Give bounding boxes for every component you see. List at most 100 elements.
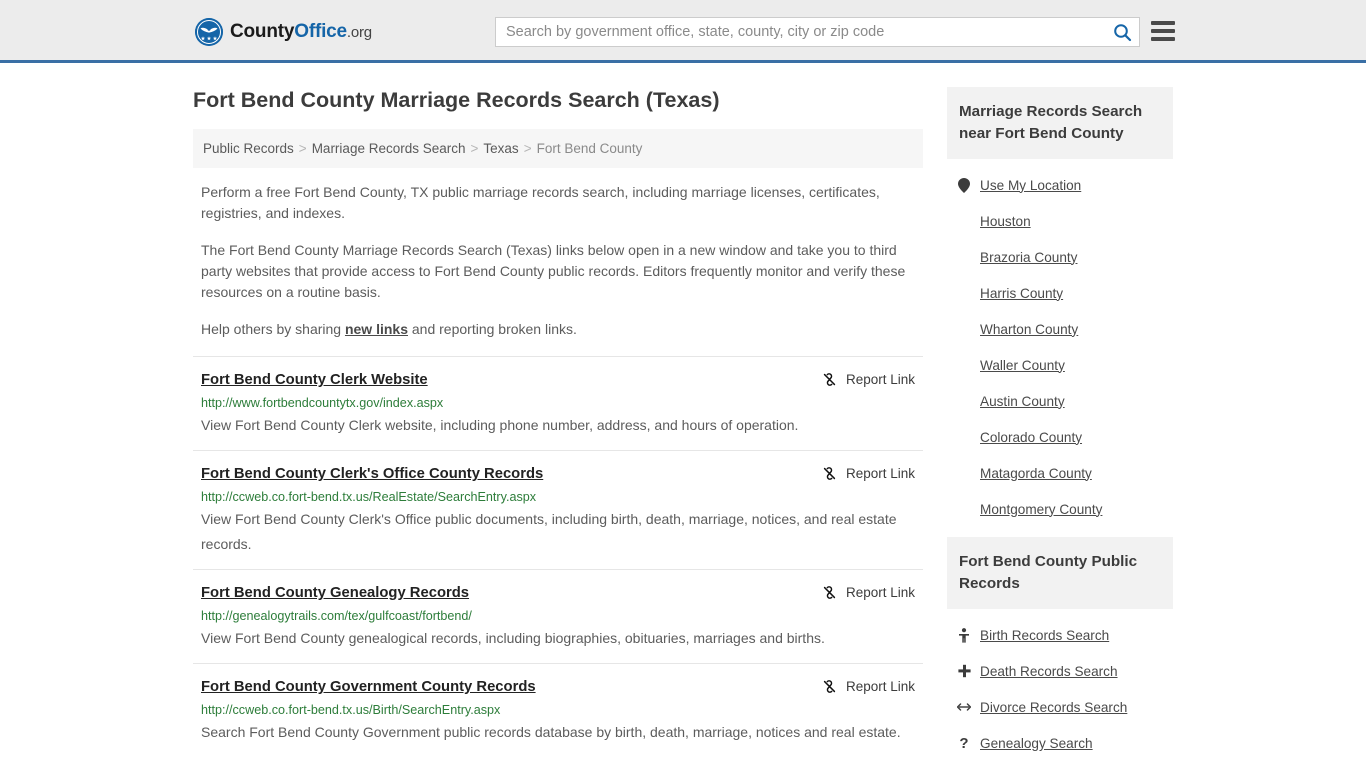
result-header: Fort Bend County Clerk Website Report Lin… (201, 370, 915, 390)
sidebar-item-use-my-location[interactable]: Use My Location (957, 167, 1173, 203)
cross-icon (957, 664, 971, 678)
intro-paragraph-3: Help others by sharing new links and rep… (193, 319, 923, 340)
new-links-link[interactable]: new links (345, 321, 408, 337)
logo-tld: .org (346, 24, 372, 41)
result-row: Fort Bend County Clerk's Office County R… (193, 450, 923, 569)
sidebar-item-label: Use My Location (980, 177, 1082, 193)
breadcrumb-item-marriage-records-search[interactable]: Marriage Records Search (312, 141, 466, 156)
result-title-link[interactable]: Fort Bend County Clerk's Office County R… (201, 464, 543, 484)
result-header: Fort Bend County Government County Recor… (201, 677, 915, 697)
breadcrumb-item-fort-bend-county: Fort Bend County (536, 141, 643, 156)
main-column: Fort Bend County Marriage Records Search… (193, 87, 923, 768)
intro-paragraph-1: Perform a free Fort Bend County, TX publ… (201, 184, 880, 221)
baby-icon (959, 627, 969, 643)
sidebar-item-matagorda-county[interactable]: Matagorda County (957, 455, 1173, 491)
report-link-button[interactable]: Report Link (821, 370, 915, 388)
intro-text: Perform a free Fort Bend County, TX publ… (193, 182, 923, 340)
logo-word-county: County (230, 21, 295, 42)
intro-p3-before: Help others by sharing (201, 321, 345, 337)
sidebar-item-montgomery-county[interactable]: Montgomery County (957, 491, 1173, 527)
broken-link-icon (823, 586, 836, 599)
sidebar-item-wharton-county[interactable]: Wharton County (957, 311, 1173, 347)
sidebar-item-label: Divorce Records Search (980, 699, 1128, 715)
sidebar-item-harris-county[interactable]: Harris County (957, 275, 1173, 311)
result-title-link[interactable]: Fort Bend County Government County Recor… (201, 677, 536, 697)
breadcrumb-separator: > (523, 141, 532, 156)
results-list: Fort Bend County Clerk Website Report Lin… (193, 356, 923, 757)
breadcrumb-separator: > (470, 141, 479, 156)
sidebar-item-label: Waller County (980, 357, 1065, 373)
report-link-label: Report Link (845, 585, 915, 600)
baby-icon (957, 627, 971, 643)
report-link-label: Report Link (845, 679, 915, 694)
question-mark-icon: ? (957, 736, 971, 751)
sidebar-item-label: Death Records Search (980, 663, 1118, 679)
breadcrumb-item-public-records[interactable]: Public Records (203, 141, 294, 156)
sidebar-item-waller-county[interactable]: Waller County (957, 347, 1173, 383)
result-title-link[interactable]: Fort Bend County Genealogy Records (201, 583, 469, 603)
eagle-seal-icon (195, 18, 223, 46)
search-input[interactable] (496, 18, 1105, 46)
intro-paragraph-2: The Fort Bend County Marriage Records Se… (201, 242, 906, 300)
result-url[interactable]: http://ccweb.co.fort-bend.tx.us/Birth/Se… (201, 702, 915, 718)
sidebar-item-label: Houston (980, 213, 1031, 229)
site-logo[interactable]: CountyOffice.org (195, 18, 372, 46)
sidebar-item-divorce-records-search[interactable]: Divorce Records Search (957, 689, 1173, 725)
report-link-button[interactable]: Report Link (821, 464, 915, 482)
result-header: Fort Bend County Clerk's Office County R… (201, 464, 915, 484)
sidebar-item-label: Matagorda County (980, 465, 1092, 481)
sidebar: Marriage Records Search near Fort Bend C… (947, 87, 1173, 768)
result-row: Fort Bend County Genealogy Records Report… (193, 569, 923, 663)
sidebar-item-label: Birth Records Search (980, 627, 1110, 643)
hamburger-bar (1151, 37, 1175, 41)
sidebar-item-brazoria-county[interactable]: Brazoria County (957, 239, 1173, 275)
sidebar-item-label: Austin County (980, 393, 1065, 409)
sidebar-item-label: Genealogy Search (980, 735, 1093, 751)
sidebar-item-austin-county[interactable]: Austin County (957, 383, 1173, 419)
result-row: Fort Bend County Clerk Website Report Lin… (193, 356, 923, 450)
sidebar-item-genealogy-search[interactable]: ? Genealogy Search (957, 725, 1173, 761)
breadcrumb-item-texas[interactable]: Texas (483, 141, 518, 156)
sidebar-item-label: Wharton County (980, 321, 1079, 337)
sidebar-item-birth-records-search[interactable]: Birth Records Search (957, 617, 1173, 653)
search-icon (1113, 23, 1131, 41)
breadcrumb-separator: > (298, 141, 307, 156)
page-body: Fort Bend County Marriage Records Search… (0, 63, 1366, 768)
sidebar-public-records-section: Fort Bend County Public Records Birth Re… (947, 537, 1173, 765)
sidebar-item-death-records-search[interactable]: Death Records Search (957, 653, 1173, 689)
broken-link-icon (823, 373, 836, 386)
sidebar-item-houston[interactable]: Houston (957, 203, 1173, 239)
sidebar-item-label: Montgomery County (980, 501, 1103, 517)
result-title-link[interactable]: Fort Bend County Clerk Website (201, 370, 428, 390)
result-row: Fort Bend County Government County Recor… (193, 663, 923, 757)
result-description: Search Fort Bend County Government publi… (201, 724, 901, 740)
result-description: View Fort Bend County Clerk website, inc… (201, 417, 799, 433)
sidebar-nearby-heading: Marriage Records Search near Fort Bend C… (947, 87, 1173, 159)
search-button[interactable] (1105, 18, 1139, 46)
question-mark-icon: ? (959, 734, 969, 752)
result-url[interactable]: http://genealogytrails.com/tex/gulfcoast… (201, 608, 915, 624)
logo-word-office: Office (294, 21, 347, 42)
search-bar[interactable] (495, 17, 1140, 47)
hamburger-bar (1151, 21, 1175, 25)
report-link-label: Report Link (845, 372, 915, 387)
map-pin-icon (957, 177, 971, 193)
sidebar-nearby-section: Marriage Records Search near Fort Bend C… (947, 87, 1173, 531)
hamburger-bar (1151, 29, 1175, 33)
hamburger-menu-icon[interactable] (1151, 21, 1175, 41)
broken-link-icon (823, 680, 836, 693)
result-url[interactable]: http://ccweb.co.fort-bend.tx.us/RealEsta… (201, 489, 915, 505)
sidebar-nearby-list: Use My Location Houston Brazoria County Har… (947, 159, 1173, 531)
breadcrumb: Public Records > Marriage Records Search > T… (193, 129, 923, 168)
left-right-arrow-icon (957, 701, 971, 713)
result-header: Fort Bend County Genealogy Records Report… (201, 583, 915, 603)
report-link-button[interactable]: Report Link (821, 583, 915, 601)
sidebar-item-colorado-county[interactable]: Colorado County (957, 419, 1173, 455)
map-pin-icon (958, 177, 970, 193)
site-header: CountyOffice.org (0, 0, 1366, 63)
result-description: View Fort Bend County genealogical recor… (201, 630, 825, 646)
page-title: Fort Bend County Marriage Records Search… (193, 88, 720, 112)
report-link-button[interactable]: Report Link (821, 677, 915, 695)
result-url[interactable]: http://www.fortbendcountytx.gov/index.as… (201, 395, 915, 411)
result-description: View Fort Bend County Clerk's Office pub… (201, 511, 897, 552)
